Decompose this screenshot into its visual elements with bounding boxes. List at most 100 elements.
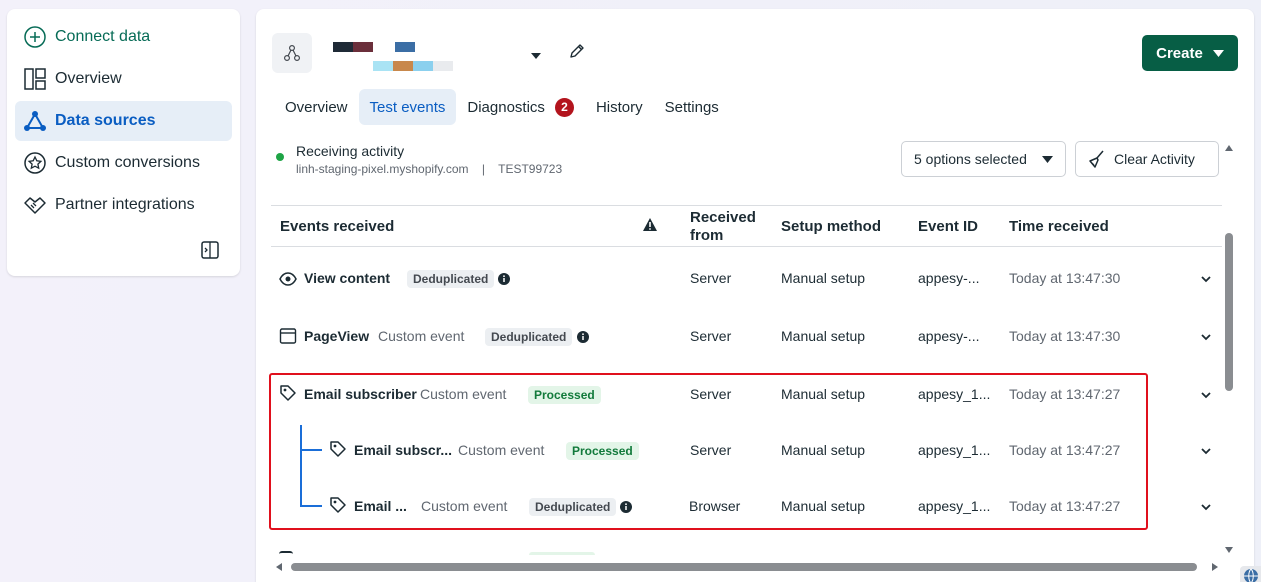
plus-circle-icon	[23, 25, 47, 49]
info-icon[interactable]	[498, 273, 510, 285]
warning-icon	[643, 218, 657, 231]
tab-diagnostics[interactable]: Diagnostics 2	[456, 89, 585, 125]
tab-label: Overview	[285, 98, 348, 116]
event-filter-select[interactable]: 5 options selected	[901, 141, 1066, 177]
edit-pencil-icon[interactable]	[568, 42, 586, 65]
col-events-received[interactable]: Events received	[280, 218, 394, 236]
status-subtitle: linh-staging-pixel.myshopify.com | TEST9…	[296, 162, 562, 176]
table-row[interactable]: Email subscriber Custom event Processed …	[271, 366, 1222, 424]
sidebar-item-overview[interactable]: Overview	[15, 59, 232, 99]
sidebar-item-label: Connect data	[55, 28, 151, 45]
chevron-down-icon[interactable]	[1199, 330, 1213, 344]
scroll-up-arrow-icon	[1225, 145, 1233, 151]
create-button-label: Create	[1156, 44, 1203, 62]
table-row[interactable]: View content Deduplicated Server Manual …	[271, 250, 1222, 308]
event-name: Email subscr...	[354, 442, 453, 458]
sidebar-item-connect-data[interactable]: Connect data	[15, 17, 232, 57]
eye-icon	[279, 272, 297, 286]
tag-icon	[280, 385, 296, 401]
tab-bar: Overview Test events Diagnostics 2 Histor…	[274, 89, 730, 125]
caret-down-icon	[1042, 156, 1053, 163]
tab-overview[interactable]: Overview	[274, 89, 359, 125]
event-id: appesy-...	[918, 270, 980, 286]
chevron-down-icon[interactable]	[1199, 500, 1213, 514]
tag-icon	[330, 441, 346, 457]
globe-icon[interactable]	[1240, 566, 1261, 582]
received-from: Browser	[689, 498, 741, 514]
status-badge: Processed	[566, 442, 639, 460]
col-setup-method[interactable]: Setup method	[781, 218, 881, 236]
next-row-badge-fragment	[529, 552, 595, 555]
received-from: Server	[690, 386, 732, 402]
setup-method: Manual setup	[781, 270, 866, 286]
sidebar-item-custom-conversions[interactable]: Custom conversions	[15, 143, 232, 183]
tree-connector	[300, 505, 322, 507]
status-dot	[276, 153, 284, 161]
sidebar-item-partner-integrations[interactable]: Partner integrations	[15, 185, 232, 225]
sidebar-item-label: Custom conversions	[55, 154, 200, 171]
scroll-down-arrow-icon	[1225, 547, 1233, 553]
chevron-down-icon[interactable]	[1199, 272, 1213, 286]
event-id: appesy-...	[918, 328, 980, 344]
event-id: appesy_1...	[918, 442, 991, 458]
caret-down-icon	[1212, 49, 1224, 57]
status-title: Receiving activity	[296, 143, 405, 159]
col-time-received[interactable]: Time received	[1009, 218, 1109, 236]
status-badge: Deduplicated	[529, 498, 617, 516]
table-row[interactable]: PageView Custom event Deduplicated Serve…	[271, 308, 1222, 366]
sidebar-item-label: Overview	[55, 70, 122, 87]
event-type: Custom event	[420, 386, 507, 402]
vertical-scrollbar-thumb[interactable]	[1225, 233, 1233, 391]
create-button[interactable]: Create	[1142, 35, 1238, 71]
chevron-down-icon[interactable]	[1199, 444, 1213, 458]
setup-method: Manual setup	[781, 386, 866, 402]
event-name: PageView	[304, 328, 370, 344]
table-header: Events received Received from Setup meth…	[271, 205, 1222, 247]
event-type: Custom event	[458, 442, 545, 458]
collapse-sidebar-icon[interactable]	[200, 240, 220, 260]
event-type: Custom event	[378, 328, 465, 344]
received-from: Server	[690, 328, 732, 344]
dashboard-icon	[23, 67, 47, 91]
sidebar: Connect data Overview Data sources Custo…	[7, 9, 240, 276]
chevron-down-icon[interactable]	[1199, 388, 1213, 402]
browser-window-icon	[279, 328, 297, 344]
table-row[interactable]: Email subscr... Custom event Processed S…	[271, 422, 1222, 480]
filter-label: 5 options selected	[914, 151, 1027, 167]
info-icon[interactable]	[620, 501, 632, 513]
redacted-source-id	[373, 61, 453, 71]
sidebar-item-data-sources[interactable]: Data sources	[15, 101, 232, 141]
tab-label: History	[595, 98, 643, 116]
event-name: Email subscriber	[304, 386, 417, 402]
time-received: Today at 13:47:27	[1009, 498, 1121, 514]
status-badge: Deduplicated	[407, 270, 495, 288]
tab-test-events[interactable]: Test events	[358, 89, 457, 125]
sidebar-item-label: Partner integrations	[55, 196, 195, 213]
redacted-source-name	[333, 42, 415, 52]
setup-method: Manual setup	[781, 442, 866, 458]
col-received-from[interactable]: Received from	[690, 209, 770, 245]
status-domain: linh-staging-pixel.myshopify.com	[296, 162, 469, 176]
table-row[interactable]: Email ... Custom event Deduplicated Brow…	[271, 478, 1222, 536]
horizontal-scrollbar-thumb[interactable]	[291, 563, 1197, 571]
setup-method: Manual setup	[781, 328, 866, 344]
source-dropdown-icon[interactable]	[530, 47, 542, 65]
received-from: Server	[690, 442, 732, 458]
tab-label: Settings	[664, 98, 719, 116]
event-id: appesy_1...	[918, 498, 991, 514]
tab-settings[interactable]: Settings	[654, 89, 730, 125]
tree-connector	[300, 449, 322, 451]
event-name: Email ...	[354, 498, 407, 514]
info-icon[interactable]	[577, 331, 589, 343]
status-separator: |	[481, 162, 485, 176]
received-from: Server	[690, 270, 732, 286]
tree-connector	[300, 425, 302, 507]
main-panel: Create Overview Test events Diagnostics 2…	[256, 9, 1254, 582]
col-event-id[interactable]: Event ID	[918, 218, 978, 236]
nodes-icon	[23, 109, 47, 133]
sidebar-item-label: Data sources	[55, 112, 156, 129]
tab-history[interactable]: History	[585, 89, 654, 125]
tab-label: Test events	[369, 98, 446, 116]
star-badge-icon	[23, 151, 47, 175]
clear-activity-button[interactable]: Clear Activity	[1075, 141, 1219, 177]
